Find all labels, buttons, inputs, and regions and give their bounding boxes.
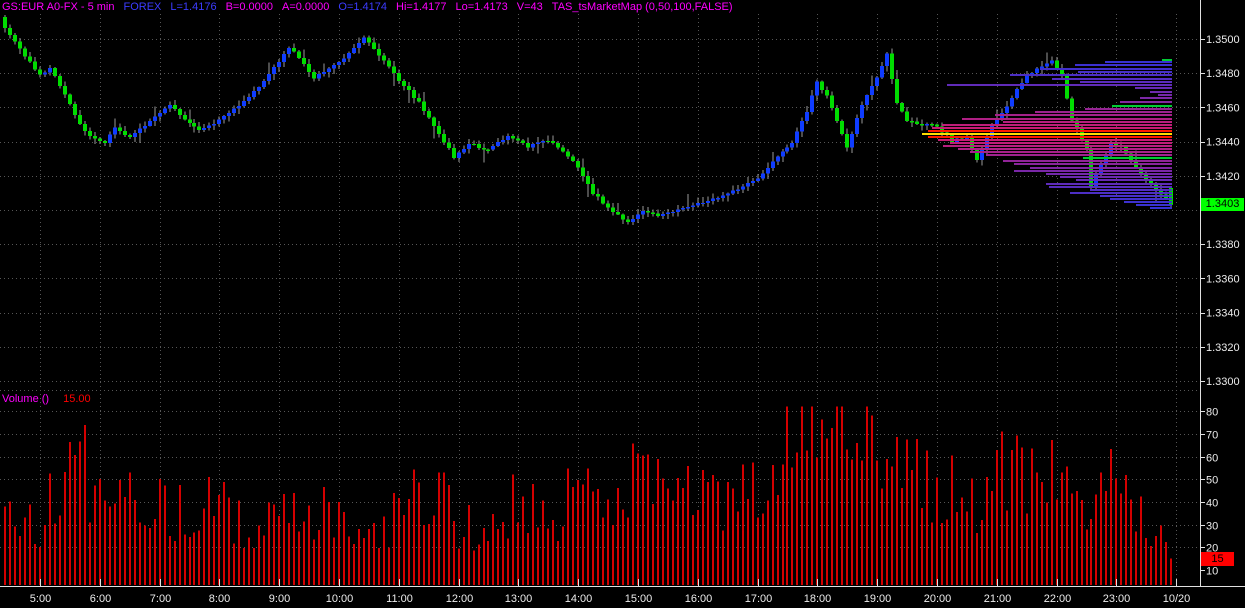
- status-segment: O=1.4174: [338, 1, 387, 13]
- time-tick-label: 5:00: [30, 593, 51, 605]
- status-segment: V=43: [517, 1, 543, 13]
- time-tick-label: 13:00: [505, 593, 533, 605]
- status-segment: FOREX: [123, 1, 161, 13]
- time-tick-label: 10/20: [1163, 593, 1191, 605]
- status-segment: GS:EUR A0-FX - 5 min: [2, 1, 114, 13]
- price-tick-label: 1.3380: [1206, 239, 1240, 251]
- status-segment: Hi=1.4177: [396, 1, 446, 13]
- status-segment: A=0.0000: [282, 1, 329, 13]
- status-segment: Lo=1.4173: [455, 1, 507, 13]
- price-tick-label: 1.3300: [1206, 376, 1240, 388]
- volume-tick-label: 80: [1206, 407, 1218, 419]
- volume-tick-label: 70: [1206, 430, 1218, 442]
- status-segment: B=0.0000: [226, 1, 273, 13]
- time-tick-label: 6:00: [90, 593, 111, 605]
- time-tick-label: 10:00: [326, 593, 354, 605]
- time-tick-label: 21:00: [984, 593, 1012, 605]
- time-tick-label: 23:00: [1103, 593, 1131, 605]
- time-tick-label: 17:00: [745, 593, 773, 605]
- time-tick-label: 19:00: [864, 593, 892, 605]
- price-tick-label: 1.3420: [1206, 171, 1240, 183]
- volume-indicator-value: 15.00: [63, 393, 91, 405]
- price-tick-label: 1.3480: [1206, 68, 1240, 80]
- price-tick-label: 1.3500: [1206, 34, 1240, 46]
- time-tick-label: 18:00: [804, 593, 832, 605]
- price-pane[interactable]: [0, 14, 1200, 386]
- last-price-badge: 1.3403: [1201, 198, 1244, 211]
- volume-tick-label: 10: [1206, 566, 1218, 578]
- volume-tick-label: 50: [1206, 475, 1218, 487]
- time-tick-label: 9:00: [269, 593, 290, 605]
- time-tick-label: 22:00: [1044, 593, 1072, 605]
- volume-tick-label: 40: [1206, 498, 1218, 510]
- volume-pane[interactable]: [0, 390, 1200, 585]
- price-tick-label: 1.3360: [1206, 273, 1240, 285]
- volume-tick-label: 30: [1206, 521, 1218, 533]
- trading-chart-window: GS:EUR A0-FX - 5 min FOREX L=1.4176 B=0.000…: [0, 0, 1245, 608]
- time-tick-label: 7:00: [150, 593, 171, 605]
- price-tick-label: 1.3460: [1206, 102, 1240, 114]
- volume-tick-label: 60: [1206, 453, 1218, 465]
- price-tick-label: 1.3440: [1206, 137, 1240, 149]
- volume-indicator-label: Volume (): [2, 393, 49, 405]
- time-tick-label: 15:00: [625, 593, 653, 605]
- last-volume-badge: 15: [1201, 552, 1234, 566]
- time-tick-label: 8:00: [209, 593, 230, 605]
- chart-canvas: 1.3500 1.3480 1.3460 1.3440 1.3420 1.3380 1.33…: [0, 0, 1245, 608]
- price-axis-line: [1200, 0, 1201, 586]
- time-axis-line: [0, 586, 1245, 587]
- time-tick-label: 11:00: [386, 593, 413, 605]
- time-tick-label: 14:00: [565, 593, 593, 605]
- status-segment: L=1.4176: [170, 1, 216, 13]
- price-tick-label: 1.3320: [1206, 342, 1240, 354]
- price-tick-label: 1.3340: [1206, 308, 1240, 320]
- status-segment: TAS_tsMarketMap (0,50,100,FALSE): [552, 1, 733, 13]
- chart-status-line: GS:EUR A0-FX - 5 min FOREX L=1.4176 B=0.000…: [2, 1, 742, 13]
- time-tick-label: 16:00: [685, 593, 713, 605]
- time-tick-label: 12:00: [446, 593, 474, 605]
- volume-indicator-legend: Volume () 15.00: [2, 393, 91, 405]
- time-tick-label: 20:00: [924, 593, 952, 605]
